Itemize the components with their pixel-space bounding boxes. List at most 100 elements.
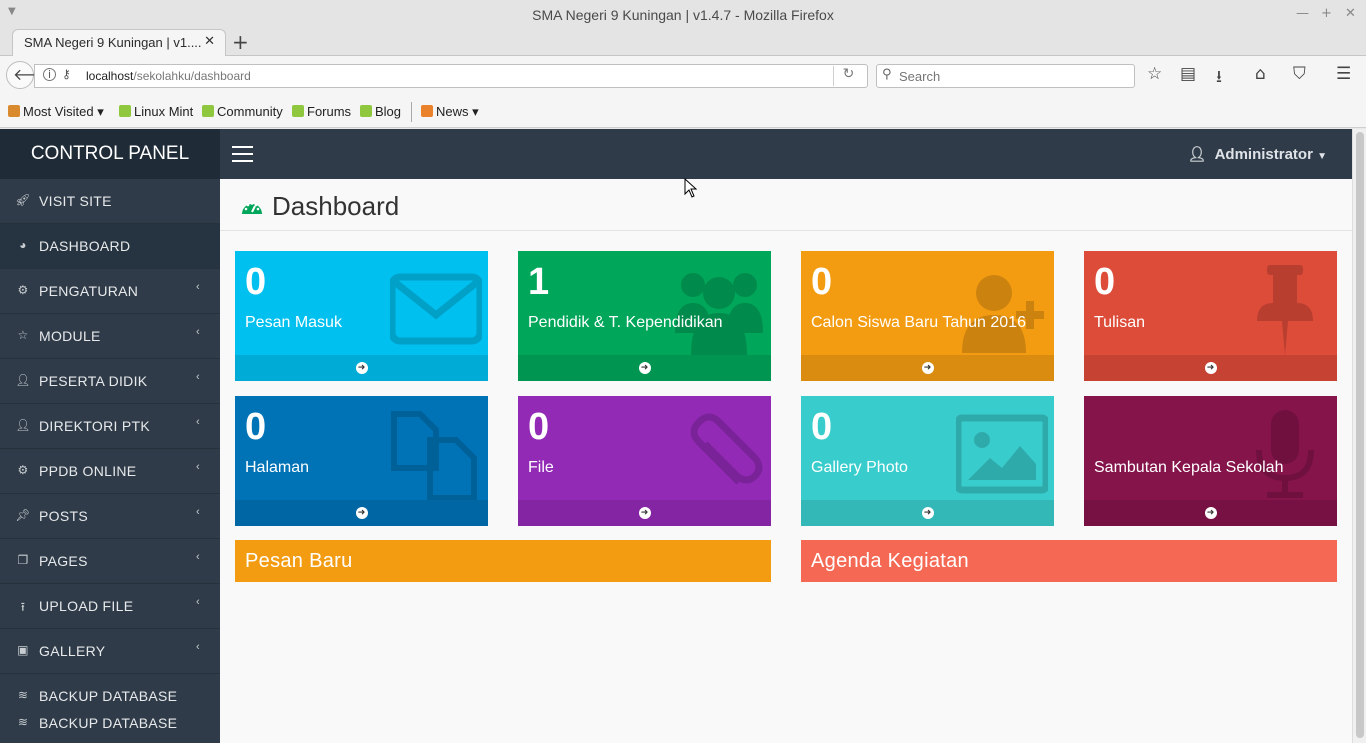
arrow-circle-right-icon: ➜ <box>1204 507 1217 519</box>
maximize-icon[interactable]: + <box>1321 6 1332 21</box>
sidebar-toggle-icon[interactable] <box>232 146 253 167</box>
sidebar-item-label: PESERTA DIDIK <box>39 373 148 389</box>
star-icon: ☆ <box>17 328 29 342</box>
arrow-circle-right-icon: ➜ <box>921 362 934 374</box>
close-window-icon[interactable]: ✕ <box>1345 6 1356 21</box>
scrollbar-thumb[interactable] <box>1356 132 1364 738</box>
info-box-halaman: 0 Halaman ➜ <box>235 396 488 526</box>
bookmark-blog[interactable]: Blog <box>360 104 401 119</box>
box-label: Pendidik & T. Kependidikan <box>528 314 723 331</box>
search-input[interactable] <box>899 67 1129 85</box>
sidebar-item-gallery[interactable]: ▣ GALLERY ‹ <box>0 629 220 674</box>
user-plus-icon <box>962 275 1044 353</box>
sidebar-item-dashboard[interactable]: ◕ DASHBOARD <box>0 224 220 269</box>
bookmark-news[interactable]: News ▾ <box>421 104 479 120</box>
bookmark-most-visited[interactable]: Most Visited ▾ <box>8 104 104 120</box>
sidebar-item-upload-file[interactable]: ⭱ UPLOAD FILE ‹ <box>0 584 220 629</box>
close-tab-icon[interactable]: ✕ <box>204 34 215 49</box>
box-label: Gallery Photo <box>811 459 908 476</box>
new-tab-icon[interactable]: + <box>232 30 249 54</box>
sidebar-item-module[interactable]: ☆ MODULE ‹ <box>0 314 220 359</box>
bookmark-linux-mint[interactable]: Linux Mint <box>119 104 193 119</box>
sidebar-item-visit-site[interactable]: 🚀︎ VISIT SITE <box>0 179 220 224</box>
sidebar-item-peserta-didik[interactable]: 👤︎ PESERTA DIDIK ‹ <box>0 359 220 404</box>
bookmark-forums[interactable]: Forums <box>292 104 351 119</box>
pushpin-icon <box>1257 265 1313 355</box>
reload-icon[interactable]: ↻ <box>833 66 863 86</box>
info-box-tulisan: 0 Tulisan ➜ <box>1084 251 1337 381</box>
more-info-link[interactable]: ➜ <box>518 500 771 526</box>
sidebar-item-direktori-ptk[interactable]: 👤︎ DIREKTORI PTK ‹ <box>0 404 220 449</box>
search-bar[interactable]: ⚲ <box>876 64 1135 88</box>
sidebar-item-label: PENGATURAN <box>39 283 139 299</box>
hamburger-menu-icon[interactable]: ☰ <box>1336 64 1351 84</box>
content-header: Dashboard <box>220 179 1352 231</box>
info-box-gallery-photo: 0 Gallery Photo ➜ <box>801 396 1054 526</box>
more-info-link[interactable]: ➜ <box>518 355 771 381</box>
chevron-left-icon: ‹ <box>196 371 200 383</box>
sidebar-item-label: POSTS <box>39 508 88 524</box>
more-info-link[interactable]: ➜ <box>1084 500 1337 526</box>
chevron-left-icon: ‹ <box>196 416 200 428</box>
download-icon[interactable]: ⭳ <box>1216 64 1222 93</box>
url-bar[interactable]: i ⚷ localhost/sekolahku/dashboard ↻ <box>34 64 868 88</box>
back-button[interactable]: 🡐 <box>6 61 56 89</box>
page-title: Dashboard <box>272 191 400 221</box>
users-icon <box>675 273 763 355</box>
info-box-pesan-masuk: 0 Pesan Masuk ➜ <box>235 251 488 381</box>
minimize-icon[interactable]: — <box>1296 6 1309 21</box>
mint-icon <box>202 105 214 117</box>
microphone-icon <box>1256 410 1314 498</box>
info-icon[interactable]: i <box>43 68 56 81</box>
bookmarks-toolbar: Most Visited ▾ Linux Mint Community Foru… <box>0 96 1366 128</box>
dashboard-icon: ◕ <box>19 238 27 252</box>
url-text[interactable]: localhost/sekolahku/dashboard <box>86 69 251 83</box>
bookmark-star-icon[interactable]: ☆ <box>1147 64 1162 84</box>
more-info-link[interactable]: ➜ <box>235 355 488 381</box>
pocket-icon[interactable]: ⛉ <box>1293 64 1306 84</box>
window-titlebar: ▼ SMA Negeri 9 Kuningan | v1.4.7 - Mozil… <box>0 0 1366 29</box>
url-host: localhost <box>86 69 134 83</box>
home-icon[interactable]: ⌂ <box>1255 64 1266 84</box>
bookmark-community[interactable]: Community <box>202 104 283 119</box>
key-icon[interactable]: ⚷ <box>62 67 71 81</box>
sidebar-item-label: BACKUP DATABASE <box>39 688 178 704</box>
more-info-link[interactable]: ➜ <box>235 500 488 526</box>
box-value: 0 <box>245 261 267 303</box>
more-info-link[interactable]: ➜ <box>801 500 1054 526</box>
page-scrollbar[interactable] <box>1352 129 1366 743</box>
box-value: 0 <box>1094 261 1116 303</box>
search-icon: ⚲ <box>882 67 892 82</box>
database-icon: ≋ <box>17 688 29 702</box>
browser-tab[interactable]: SMA Negeri 9 Kuningan | v1.... ✕ <box>12 29 226 57</box>
sidebar-item-posts[interactable]: 📌︎ POSTS ‹ <box>0 494 220 539</box>
more-info-link[interactable]: ➜ <box>801 355 1054 381</box>
sidebar-item-ppdb-online[interactable]: ⚙ PPDB ONLINE ‹ <box>0 449 220 494</box>
sidebar-item-pengaturan[interactable]: ⚙ PENGATURAN ‹ <box>0 269 220 314</box>
info-box-file: 0 File ➜ <box>518 396 771 526</box>
arrow-circle-right-icon: ➜ <box>1204 362 1217 374</box>
sidebar-item-label: UPLOAD FILE <box>39 598 134 614</box>
sidebar-item-label: PAGES <box>39 553 88 569</box>
database-icon: ≋ <box>17 715 29 729</box>
box-label: Pesan Masuk <box>245 314 342 331</box>
arrow-circle-right-icon: ➜ <box>638 362 651 374</box>
info-box-pendidik: 1 Pendidik & T. Kependidikan ➜ <box>518 251 771 381</box>
brand-logo[interactable]: CONTROL PANEL <box>0 129 220 179</box>
more-info-link[interactable]: ➜ <box>1084 355 1337 381</box>
user-icon: 👤︎ <box>15 373 31 387</box>
chevron-left-icon: ‹ <box>196 506 200 518</box>
mint-icon <box>292 105 304 117</box>
sidebar-item-backup-database[interactable]: ≋ BACKUP DATABASE <box>0 683 220 710</box>
box-value: 0 <box>245 406 267 448</box>
sidebar-item-backup-database[interactable]: ≋ BACKUP DATABASE <box>0 710 220 737</box>
arrow-circle-right-icon: ➜ <box>921 507 934 519</box>
info-box-calon-siswa: 0 Calon Siswa Baru Tahun 2016 ➜ <box>801 251 1054 381</box>
sidebar-item-label: BACKUP DATABASE <box>39 715 178 731</box>
sidebar-item-label: GALLERY <box>39 643 106 659</box>
gear-icon: ⚙ <box>17 463 29 477</box>
user-menu[interactable]: 👤︎ Administrator ▼ <box>1188 145 1327 163</box>
reading-list-icon[interactable]: ▤ <box>1180 64 1196 84</box>
sidebar-item-pages[interactable]: ❐ PAGES ‹ <box>0 539 220 584</box>
folder-icon <box>8 105 20 117</box>
